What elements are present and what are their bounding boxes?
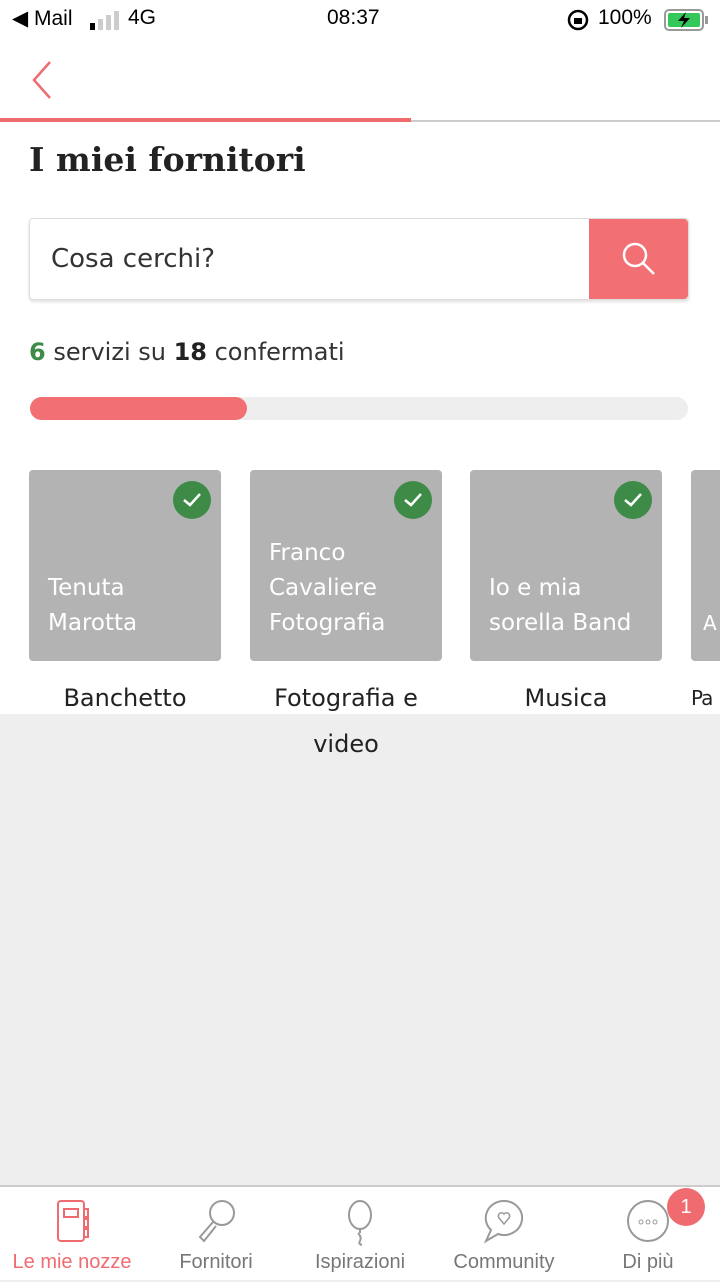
total-count: 18 <box>173 338 207 366</box>
confirmed-progress-bar <box>30 397 688 420</box>
tab-le-mie-nozze[interactable]: Le mie nozze <box>0 1187 144 1282</box>
vendor-name: Tenuta Marotta <box>48 575 138 636</box>
summary-text: servizi su <box>45 338 174 366</box>
vendor-category: Pa <box>691 686 713 710</box>
vendor-category: Musica <box>524 684 608 712</box>
status-bar: ◀ Mail 4G 08:37 100% <box>0 0 720 40</box>
magnifier-icon <box>198 1200 235 1243</box>
vendor-carousel[interactable]: Tenuta Marotta Banchetto Franco Cavalier… <box>29 470 720 770</box>
tab-ispirazioni[interactable]: Ispirazioni <box>288 1187 432 1282</box>
vendor-image: A <box>691 470 720 661</box>
tab-label: Ispirazioni <box>314 1251 406 1273</box>
progress-fill <box>30 397 248 420</box>
vendor-name: A <box>703 611 717 635</box>
tab-bar: Le mie nozze Fornitori Ispirazioni Communit… <box>0 1185 720 1280</box>
vendor-card[interactable]: Franco Cavaliere Fotografia Fotografia e… <box>250 470 442 767</box>
chat-heart-icon <box>483 1199 524 1244</box>
tab-fornitori[interactable]: Fornitori <box>144 1187 288 1282</box>
battery-charging-icon <box>664 9 710 37</box>
vendor-card[interactable]: Io e mia sorella Band Musica <box>470 470 662 721</box>
confirmed-check-icon <box>394 481 432 519</box>
network-label: 4G <box>128 6 157 29</box>
page-title: I miei fornitori <box>29 140 306 179</box>
back-to-app[interactable]: ◀ Mail <box>12 6 73 31</box>
confirmed-summary: 6 servizi su 18 confermati <box>29 338 345 366</box>
notification-badge: 1 <box>667 1188 705 1226</box>
balloon-icon <box>348 1200 372 1246</box>
clock: 08:37 <box>327 6 380 29</box>
vendor-image: Franco Cavaliere Fotografia <box>250 470 442 661</box>
vendor-category: Banchetto <box>63 684 187 712</box>
search-icon <box>622 242 655 275</box>
vendor-card[interactable]: Tenuta Marotta Banchetto <box>29 470 221 721</box>
tab-label: Fornitori <box>179 1251 253 1273</box>
vendor-image: Io e mia sorella Band <box>470 470 662 661</box>
more-icon <box>627 1200 669 1242</box>
battery-percent: 100% <box>598 6 652 29</box>
notebook-icon <box>57 1200 89 1242</box>
confirmed-check-icon <box>614 481 652 519</box>
main-content: I miei fornitori 6 servizi su 18 conferm… <box>0 122 720 758</box>
tab-community[interactable]: Community <box>432 1187 576 1282</box>
search-input[interactable] <box>30 219 590 299</box>
vendor-image: Tenuta Marotta <box>29 470 221 661</box>
tab-label: Le mie nozze <box>12 1251 132 1273</box>
vendor-card[interactable]: A Pa <box>691 470 720 721</box>
summary-text-end: confermati <box>206 338 345 366</box>
tab-label: Community <box>453 1251 555 1273</box>
vendor-name: Io e mia sorella Band <box>489 575 632 636</box>
confirmed-count: 6 <box>29 338 46 366</box>
vendor-name: Franco Cavaliere Fotografia <box>269 540 386 636</box>
chevron-left-icon <box>32 61 51 99</box>
vendor-category: Fotografia e video <box>274 684 418 758</box>
search-box <box>29 218 689 300</box>
search-button[interactable] <box>589 219 688 299</box>
back-button[interactable] <box>28 58 58 102</box>
rotation-lock-icon <box>566 8 590 38</box>
signal-icon <box>90 10 122 36</box>
navigation-bar <box>0 40 720 122</box>
confirmed-check-icon <box>173 481 211 519</box>
tab-label: Di più <box>622 1251 674 1273</box>
